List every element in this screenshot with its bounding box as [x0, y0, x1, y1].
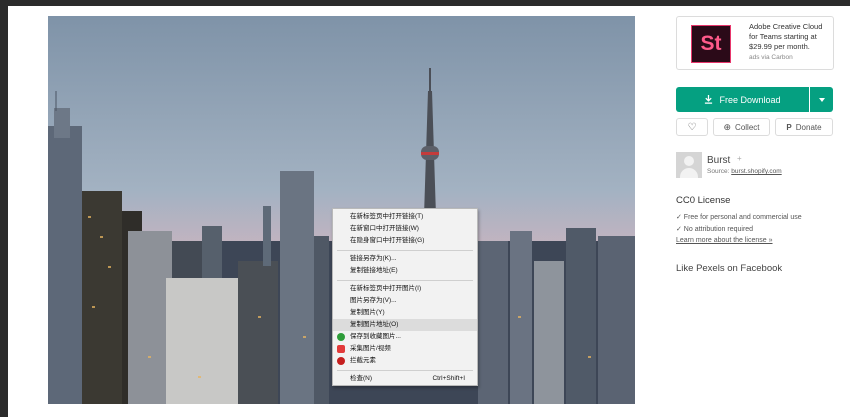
menu-item-open-link-new-window[interactable]: 在新窗口中打开链接(W)	[333, 223, 477, 235]
menu-item-label: 在隐身窗口中打开链接(G)	[350, 237, 425, 244]
favorites-icon	[337, 333, 345, 341]
menu-item-label: 图片另存为(V)...	[350, 297, 397, 304]
paypal-icon: P	[786, 122, 792, 132]
menu-item-label: 复制图片地址(O)	[350, 321, 399, 328]
menu-item-open-link-incognito[interactable]: 在隐身窗口中打开链接(G)	[333, 235, 477, 247]
menu-item-label: 在新窗口中打开链接(W)	[350, 225, 419, 232]
menu-item-shortcut: Ctrl+Shift+I	[432, 375, 465, 382]
donate-button[interactable]: P Donate	[775, 118, 833, 136]
collect-label: Collect	[735, 122, 760, 132]
heart-icon: ♡	[687, 121, 697, 133]
adobe-stock-logo: St	[691, 25, 731, 63]
ad-via[interactable]: ads via Carbon	[749, 54, 793, 61]
menu-item-open-image-new-tab[interactable]: 在新标签页中打开图片(I)	[333, 283, 477, 295]
collect-media-icon	[337, 345, 345, 353]
menu-item-block-element[interactable]: 拦截元素	[333, 355, 477, 367]
avatar[interactable]	[676, 152, 702, 178]
page: St Adobe Creative Cloud for Teams starti…	[8, 6, 850, 417]
download-icon	[705, 95, 713, 104]
menu-item-label: 在新标签页中打开链接(T)	[350, 213, 424, 220]
menu-item-open-link-new-tab[interactable]: 在新标签页中打开链接(T)	[333, 211, 477, 223]
plus-circle-icon: ⊕	[723, 121, 732, 132]
like-button[interactable]: ♡	[676, 118, 708, 136]
license-item: ✓ Free for personal and commercial use	[676, 214, 802, 221]
menu-item-inspect[interactable]: 检查(N) Ctrl+Shift+I	[333, 373, 477, 385]
author-source: Source: burst.shopify.com	[707, 168, 782, 175]
menu-item-label: 复制图片(Y)	[350, 309, 385, 316]
author-name[interactable]: Burst	[707, 155, 730, 166]
menu-item-collect-media[interactable]: 采集图片/视频	[333, 343, 477, 355]
follow-button[interactable]: +	[737, 154, 742, 163]
menu-item-label: 在新标签页中打开图片(I)	[350, 285, 422, 292]
menu-separator	[337, 250, 473, 251]
menu-item-save-link-as[interactable]: 链接另存为(K)...	[333, 253, 477, 265]
block-icon	[337, 357, 345, 365]
menu-item-copy-link-address[interactable]: 复制链接地址(E)	[333, 265, 477, 277]
license-learn-more-link[interactable]: Learn more about the license »	[676, 237, 773, 244]
menu-item-label: 复制链接地址(E)	[350, 267, 398, 274]
menu-item-copy-image[interactable]: 复制图片(Y)	[333, 307, 477, 319]
menu-item-label: 采集图片/视频	[350, 345, 391, 352]
menu-item-label: 检查(N)	[350, 375, 373, 382]
collect-button[interactable]: ⊕ Collect	[713, 118, 770, 136]
menu-item-copy-image-address[interactable]: 复制图片地址(O)	[333, 319, 477, 331]
license-item: ✓ No attribution required	[676, 226, 754, 233]
source-link[interactable]: burst.shopify.com	[731, 168, 781, 175]
free-download-button[interactable]: Free Download	[676, 87, 809, 112]
context-menu: 在新标签页中打开链接(T) 在新窗口中打开链接(W) 在隐身窗口中打开链接(G)…	[332, 208, 478, 386]
menu-item-label: 链接另存为(K)...	[350, 255, 397, 262]
menu-item-save-to-favorites[interactable]: 保存到收藏图片...	[333, 331, 477, 343]
menu-item-label: 保存到收藏图片...	[350, 333, 401, 340]
free-download-label: Free Download	[719, 94, 781, 105]
donate-label: Donate	[795, 122, 822, 132]
license-title: CC0 License	[676, 195, 731, 206]
menu-separator	[337, 280, 473, 281]
menu-item-label: 拦截元素	[350, 357, 376, 364]
source-label: Source:	[707, 168, 730, 175]
menu-separator	[337, 370, 473, 371]
ad-text[interactable]: Adobe Creative Cloud for Teams starting …	[749, 22, 829, 52]
facebook-heading: Like Pexels on Facebook	[676, 263, 783, 274]
carbon-ad[interactable]: St Adobe Creative Cloud for Teams starti…	[676, 16, 834, 70]
download-options-button[interactable]	[810, 87, 833, 112]
menu-item-save-image-as[interactable]: 图片另存为(V)...	[333, 295, 477, 307]
